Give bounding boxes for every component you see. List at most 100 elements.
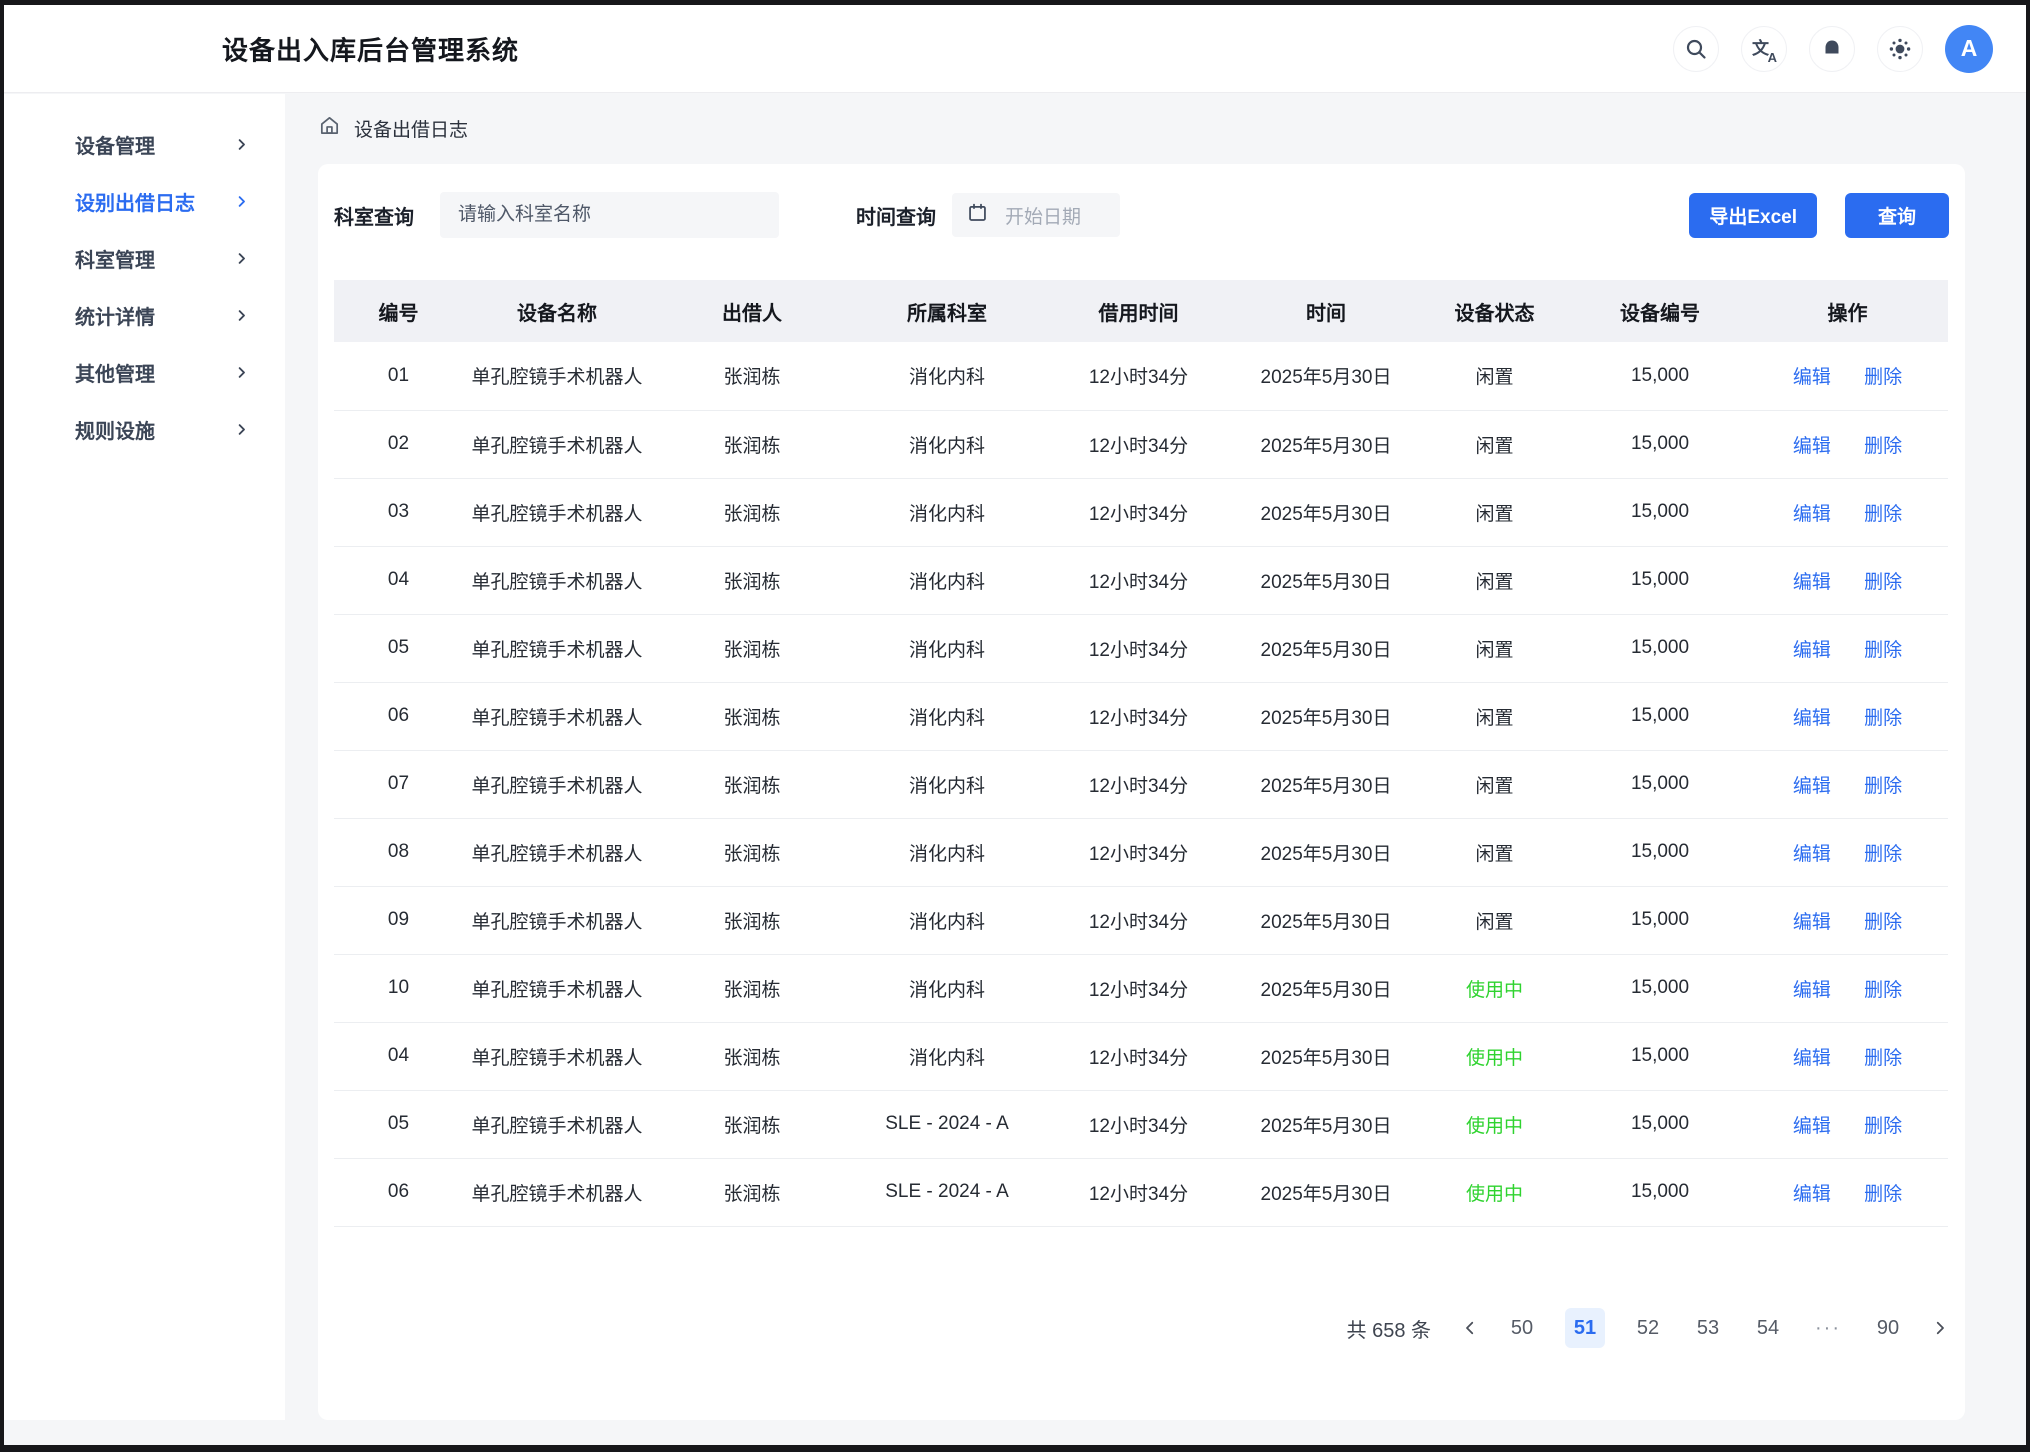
edit-link[interactable]: 编辑: [1793, 907, 1831, 934]
cell-borrower: 张润栋: [651, 954, 853, 1022]
pagination-page-54[interactable]: 54: [1751, 1308, 1785, 1348]
delete-link[interactable]: 删除: [1864, 499, 1902, 526]
sidebar-item-0[interactable]: 设备管理: [4, 116, 285, 173]
edit-link[interactable]: 编辑: [1793, 1111, 1831, 1138]
cell-device-code: 15,000: [1573, 1158, 1747, 1226]
cell-duration: 12小时34分: [1041, 682, 1236, 750]
delete-link[interactable]: 删除: [1864, 1179, 1902, 1206]
cell-status: 闲置: [1416, 614, 1573, 682]
notification-button[interactable]: [1809, 26, 1855, 72]
cell-device-code: 15,000: [1573, 750, 1747, 818]
cell-id: 01: [334, 342, 463, 410]
cell-borrower: 张润栋: [651, 410, 853, 478]
user-avatar[interactable]: A: [1945, 25, 1993, 73]
cell-date: 2025年5月30日: [1236, 546, 1416, 614]
start-date-picker[interactable]: 开始日期: [952, 193, 1120, 237]
sidebar-item-label: 规则设施: [75, 415, 155, 444]
col-header-date: 时间: [1236, 280, 1416, 342]
brightness-button[interactable]: [1877, 26, 1923, 72]
sidebar-item-1[interactable]: 设别出借日志: [4, 173, 285, 230]
cell-department: 消化内科: [853, 682, 1041, 750]
delete-link[interactable]: 删除: [1864, 567, 1902, 594]
sidebar-item-3[interactable]: 统计详情: [4, 287, 285, 344]
cell-actions: 编辑 删除: [1747, 1090, 1948, 1158]
main-content: 设备出借日志 科室查询 时间查询 开始日期 导出Excel: [285, 94, 2026, 1445]
cell-borrower: 张润栋: [651, 682, 853, 750]
delete-link[interactable]: 删除: [1864, 362, 1902, 389]
col-header-device-code: 设备编号: [1573, 280, 1747, 342]
cell-department: 消化内科: [853, 750, 1041, 818]
col-header-duration: 借用时间: [1041, 280, 1236, 342]
cell-device-code: 15,000: [1573, 682, 1747, 750]
cell-device-name: 单孔腔镜手术机器人: [463, 410, 651, 478]
sidebar-item-4[interactable]: 其他管理: [4, 344, 285, 401]
pagination-next-button[interactable]: [1931, 1319, 1949, 1337]
delete-link[interactable]: 删除: [1864, 635, 1902, 662]
pagination-pages: 5051525354···90: [1505, 1308, 1905, 1348]
cell-department: 消化内科: [853, 546, 1041, 614]
sidebar-item-label: 设别出借日志: [75, 187, 195, 216]
cell-device-name: 单孔腔镜手术机器人: [463, 682, 651, 750]
export-excel-button[interactable]: 导出Excel: [1689, 193, 1817, 238]
cell-department: SLE - 2024 - A: [853, 1158, 1041, 1226]
pagination-page-90[interactable]: 90: [1871, 1308, 1905, 1348]
edit-link[interactable]: 编辑: [1793, 1179, 1831, 1206]
cell-date: 2025年5月30日: [1236, 750, 1416, 818]
table-row: 02 单孔腔镜手术机器人 张润栋 消化内科 12小时34分 2025年5月30日…: [334, 410, 1948, 478]
app-header: 设备出入库后台管理系统 文A: [4, 5, 2026, 93]
table-row: 10 单孔腔镜手术机器人 张润栋 消化内科 12小时34分 2025年5月30日…: [334, 954, 1948, 1022]
edit-link[interactable]: 编辑: [1793, 1043, 1831, 1070]
edit-link[interactable]: 编辑: [1793, 839, 1831, 866]
delete-link[interactable]: 删除: [1864, 771, 1902, 798]
edit-link[interactable]: 编辑: [1793, 771, 1831, 798]
delete-link[interactable]: 删除: [1864, 975, 1902, 1002]
pagination: 共 658 条 5051525354···90: [1347, 1308, 1949, 1348]
sidebar-item-5[interactable]: 规则设施: [4, 401, 285, 458]
pagination-prev-button[interactable]: [1461, 1319, 1479, 1337]
translate-button[interactable]: 文A: [1741, 26, 1787, 72]
pagination-page-53[interactable]: 53: [1691, 1308, 1725, 1348]
cell-actions: 编辑 删除: [1747, 410, 1948, 478]
search-button[interactable]: [1673, 26, 1719, 72]
cell-device-code: 15,000: [1573, 342, 1747, 410]
cell-department: 消化内科: [853, 410, 1041, 478]
cell-duration: 12小时34分: [1041, 1158, 1236, 1226]
edit-link[interactable]: 编辑: [1793, 499, 1831, 526]
cell-device-name: 单孔腔镜手术机器人: [463, 342, 651, 410]
cell-borrower: 张润栋: [651, 886, 853, 954]
pagination-page-52[interactable]: 52: [1631, 1308, 1665, 1348]
edit-link[interactable]: 编辑: [1793, 431, 1831, 458]
sidebar-item-2[interactable]: 科室管理: [4, 230, 285, 287]
cell-date: 2025年5月30日: [1236, 410, 1416, 478]
header-actions: 文A: [1673, 25, 1993, 73]
pagination-page-50[interactable]: 50: [1505, 1308, 1539, 1348]
edit-link[interactable]: 编辑: [1793, 635, 1831, 662]
cell-id: 09: [334, 886, 463, 954]
edit-link[interactable]: 编辑: [1793, 975, 1831, 1002]
home-icon: [318, 114, 341, 143]
delete-link[interactable]: 删除: [1864, 1111, 1902, 1138]
cell-department: 消化内科: [853, 342, 1041, 410]
delete-link[interactable]: 删除: [1864, 431, 1902, 458]
delete-link[interactable]: 删除: [1864, 703, 1902, 730]
cell-device-code: 15,000: [1573, 410, 1747, 478]
edit-link[interactable]: 编辑: [1793, 362, 1831, 389]
cell-borrower: 张润栋: [651, 818, 853, 886]
cell-borrower: 张润栋: [651, 478, 853, 546]
delete-link[interactable]: 删除: [1864, 1043, 1902, 1070]
cell-duration: 12小时34分: [1041, 1090, 1236, 1158]
department-search-input[interactable]: [440, 192, 779, 238]
cell-device-code: 15,000: [1573, 1090, 1747, 1158]
cell-device-name: 单孔腔镜手术机器人: [463, 818, 651, 886]
delete-link[interactable]: 删除: [1864, 839, 1902, 866]
delete-link[interactable]: 删除: [1864, 907, 1902, 934]
pagination-page-51[interactable]: 51: [1565, 1308, 1605, 1348]
breadcrumb[interactable]: 设备出借日志: [318, 108, 468, 148]
cell-date: 2025年5月30日: [1236, 478, 1416, 546]
cell-department: 消化内科: [853, 614, 1041, 682]
cell-actions: 编辑 删除: [1747, 750, 1948, 818]
query-button[interactable]: 查询: [1845, 193, 1949, 238]
edit-link[interactable]: 编辑: [1793, 703, 1831, 730]
edit-link[interactable]: 编辑: [1793, 567, 1831, 594]
cell-device-name: 单孔腔镜手术机器人: [463, 886, 651, 954]
